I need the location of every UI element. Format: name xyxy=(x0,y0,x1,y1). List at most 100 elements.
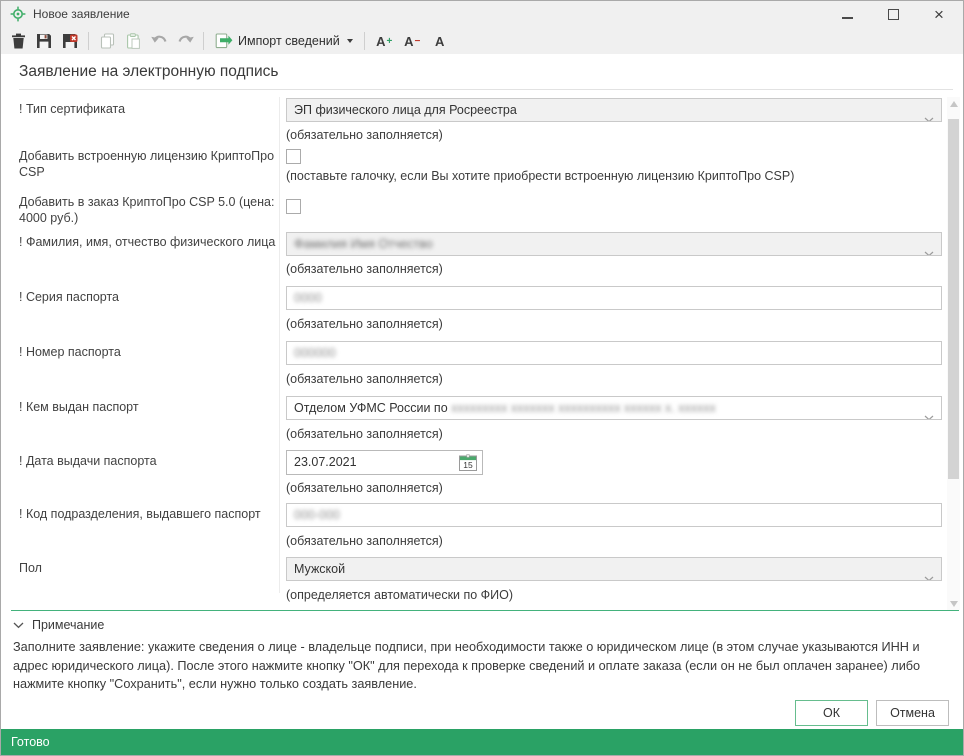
undo-button[interactable] xyxy=(148,30,170,52)
close-button[interactable]: × xyxy=(929,4,949,24)
builtin-license-checkbox[interactable] xyxy=(286,149,301,164)
save-icon xyxy=(36,33,52,49)
note-text: Заполните заявление: укажите сведения о … xyxy=(13,638,957,694)
field-label: Пол xyxy=(19,560,277,576)
status-bar: Готово xyxy=(1,729,963,755)
field-label: Добавить в заказ КриптоПро CSP 5.0 (цена… xyxy=(19,194,277,226)
select-value: Отделом УФМС России по xyxy=(294,401,448,415)
field-hint: (обязательно заполняется) xyxy=(286,427,443,441)
paste-button[interactable] xyxy=(122,30,144,52)
font-reset-icon: A xyxy=(435,34,444,49)
toolbar: Импорт сведений A+ A− A xyxy=(1,27,963,54)
trash-icon xyxy=(11,33,26,49)
chevron-down-icon xyxy=(924,567,934,581)
paste-icon xyxy=(126,33,141,49)
masked-value: Фамилия Имя Отчество xyxy=(294,237,433,251)
scroll-thumb[interactable] xyxy=(948,119,959,479)
field-label: ! Дата выдачи паспорта xyxy=(19,453,277,469)
field-hint: (поставьте галочку, если Вы хотите приоб… xyxy=(286,169,794,183)
masked-value: 000-000 xyxy=(294,508,340,522)
passport-issue-date-input[interactable]: 23.07.2021 15 xyxy=(286,450,483,475)
chevron-down-icon xyxy=(924,242,934,256)
passport-series-input[interactable]: 0000 xyxy=(286,286,942,310)
note-section-toggle[interactable]: Примечание xyxy=(13,618,104,632)
title-bar: Новое заявление × xyxy=(1,1,963,27)
toolbar-separator xyxy=(203,32,204,50)
font-decrease-icon: A xyxy=(404,34,413,49)
vertical-scrollbar[interactable] xyxy=(947,97,960,610)
close-icon: × xyxy=(934,6,944,23)
select-value: ЭП физического лица для Росреестра xyxy=(294,103,517,117)
field-hint: (обязательно заполняется) xyxy=(286,262,443,276)
font-increase-button[interactable]: A+ xyxy=(372,30,396,52)
date-value: 23.07.2021 xyxy=(294,455,357,469)
field-label: ! Код подразделения, выдавшего паспорт xyxy=(19,506,285,522)
import-data-button[interactable]: Импорт сведений xyxy=(211,30,357,52)
header-rule xyxy=(19,89,953,90)
redo-button[interactable] xyxy=(174,30,196,52)
section-divider xyxy=(11,610,959,611)
toolbar-separator xyxy=(88,32,89,50)
import-label: Импорт сведений xyxy=(238,34,340,48)
field-hint: (обязательно заполняется) xyxy=(286,534,443,548)
form-area: ! Тип сертификата ЭП физического лица дл… xyxy=(1,91,964,610)
chevron-down-icon xyxy=(924,108,934,122)
full-name-select[interactable]: Фамилия Имя Отчество xyxy=(286,232,942,256)
undo-icon xyxy=(150,33,169,48)
gender-select[interactable]: Мужской xyxy=(286,557,942,581)
csp5-order-checkbox[interactable] xyxy=(286,199,301,214)
application-window: Новое заявление × xyxy=(0,0,964,756)
ok-button[interactable]: ОК xyxy=(795,700,868,726)
arrow-down-icon xyxy=(950,601,958,607)
delete-button[interactable] xyxy=(7,30,29,52)
select-value: Мужской xyxy=(294,562,345,576)
scroll-down-button[interactable] xyxy=(947,597,960,610)
font-increase-icon: A xyxy=(376,34,385,49)
field-label: ! Серия паспорта xyxy=(19,289,277,305)
chevron-down-icon xyxy=(13,622,24,629)
masked-value: 000000 xyxy=(294,346,336,360)
field-hint: (обязательно заполняется) xyxy=(286,128,443,142)
save-and-close-button[interactable] xyxy=(59,30,81,52)
masked-value: xxxxxxxxx xxxxxxx xxxxxxxxxx xxxxxx x. x… xyxy=(451,401,716,415)
window-title: Новое заявление xyxy=(33,7,130,21)
field-hint: (обязательно заполняется) xyxy=(286,372,443,386)
toolbar-separator xyxy=(364,32,365,50)
minimize-icon xyxy=(842,17,853,19)
field-hint: (определяется автоматически по ФИО) xyxy=(286,588,513,602)
field-label: ! Номер паспорта xyxy=(19,344,277,360)
calendar-picker-button[interactable]: 15 xyxy=(459,454,477,471)
target-icon xyxy=(10,6,26,22)
field-label: ! Кем выдан паспорт xyxy=(19,399,277,415)
copy-icon xyxy=(100,33,115,49)
redo-icon xyxy=(176,33,195,48)
maximize-icon xyxy=(888,9,899,20)
status-text: Готово xyxy=(11,735,50,749)
arrow-up-icon xyxy=(950,101,958,107)
import-dropdown-caret-icon xyxy=(347,39,353,43)
maximize-button[interactable] xyxy=(883,4,903,24)
scroll-up-button[interactable] xyxy=(947,97,960,110)
copy-button[interactable] xyxy=(96,30,118,52)
chevron-down-icon xyxy=(924,406,934,420)
calendar-icon: 15 xyxy=(459,454,477,471)
passport-issuer-select[interactable]: Отделом УФМС России по xxxxxxxxx xxxxxxx… xyxy=(286,396,942,420)
font-decrease-button[interactable]: A− xyxy=(400,30,424,52)
note-section-title: Примечание xyxy=(32,618,104,632)
certificate-type-select[interactable]: ЭП физического лица для Росреестра xyxy=(286,98,942,122)
cancel-button[interactable]: Отмена xyxy=(876,700,949,726)
field-label: Добавить встроенную лицензию КриптоПро C… xyxy=(19,148,277,180)
field-hint: (обязательно заполняется) xyxy=(286,481,443,495)
division-code-input[interactable]: 000-000 xyxy=(286,503,942,527)
font-reset-button[interactable]: A xyxy=(428,30,452,52)
svg-text:15: 15 xyxy=(463,460,473,470)
passport-number-input[interactable]: 000000 xyxy=(286,341,942,365)
field-hint: (обязательно заполняется) xyxy=(286,317,443,331)
import-icon xyxy=(215,33,233,49)
minimize-button[interactable] xyxy=(837,4,857,24)
form-title: Заявление на электронную подпись xyxy=(19,63,278,81)
masked-value: 0000 xyxy=(294,291,322,305)
field-label: ! Фамилия, имя, отчество физического лиц… xyxy=(19,234,277,250)
save-button[interactable] xyxy=(33,30,55,52)
field-label: ! Тип сертификата xyxy=(19,101,277,117)
